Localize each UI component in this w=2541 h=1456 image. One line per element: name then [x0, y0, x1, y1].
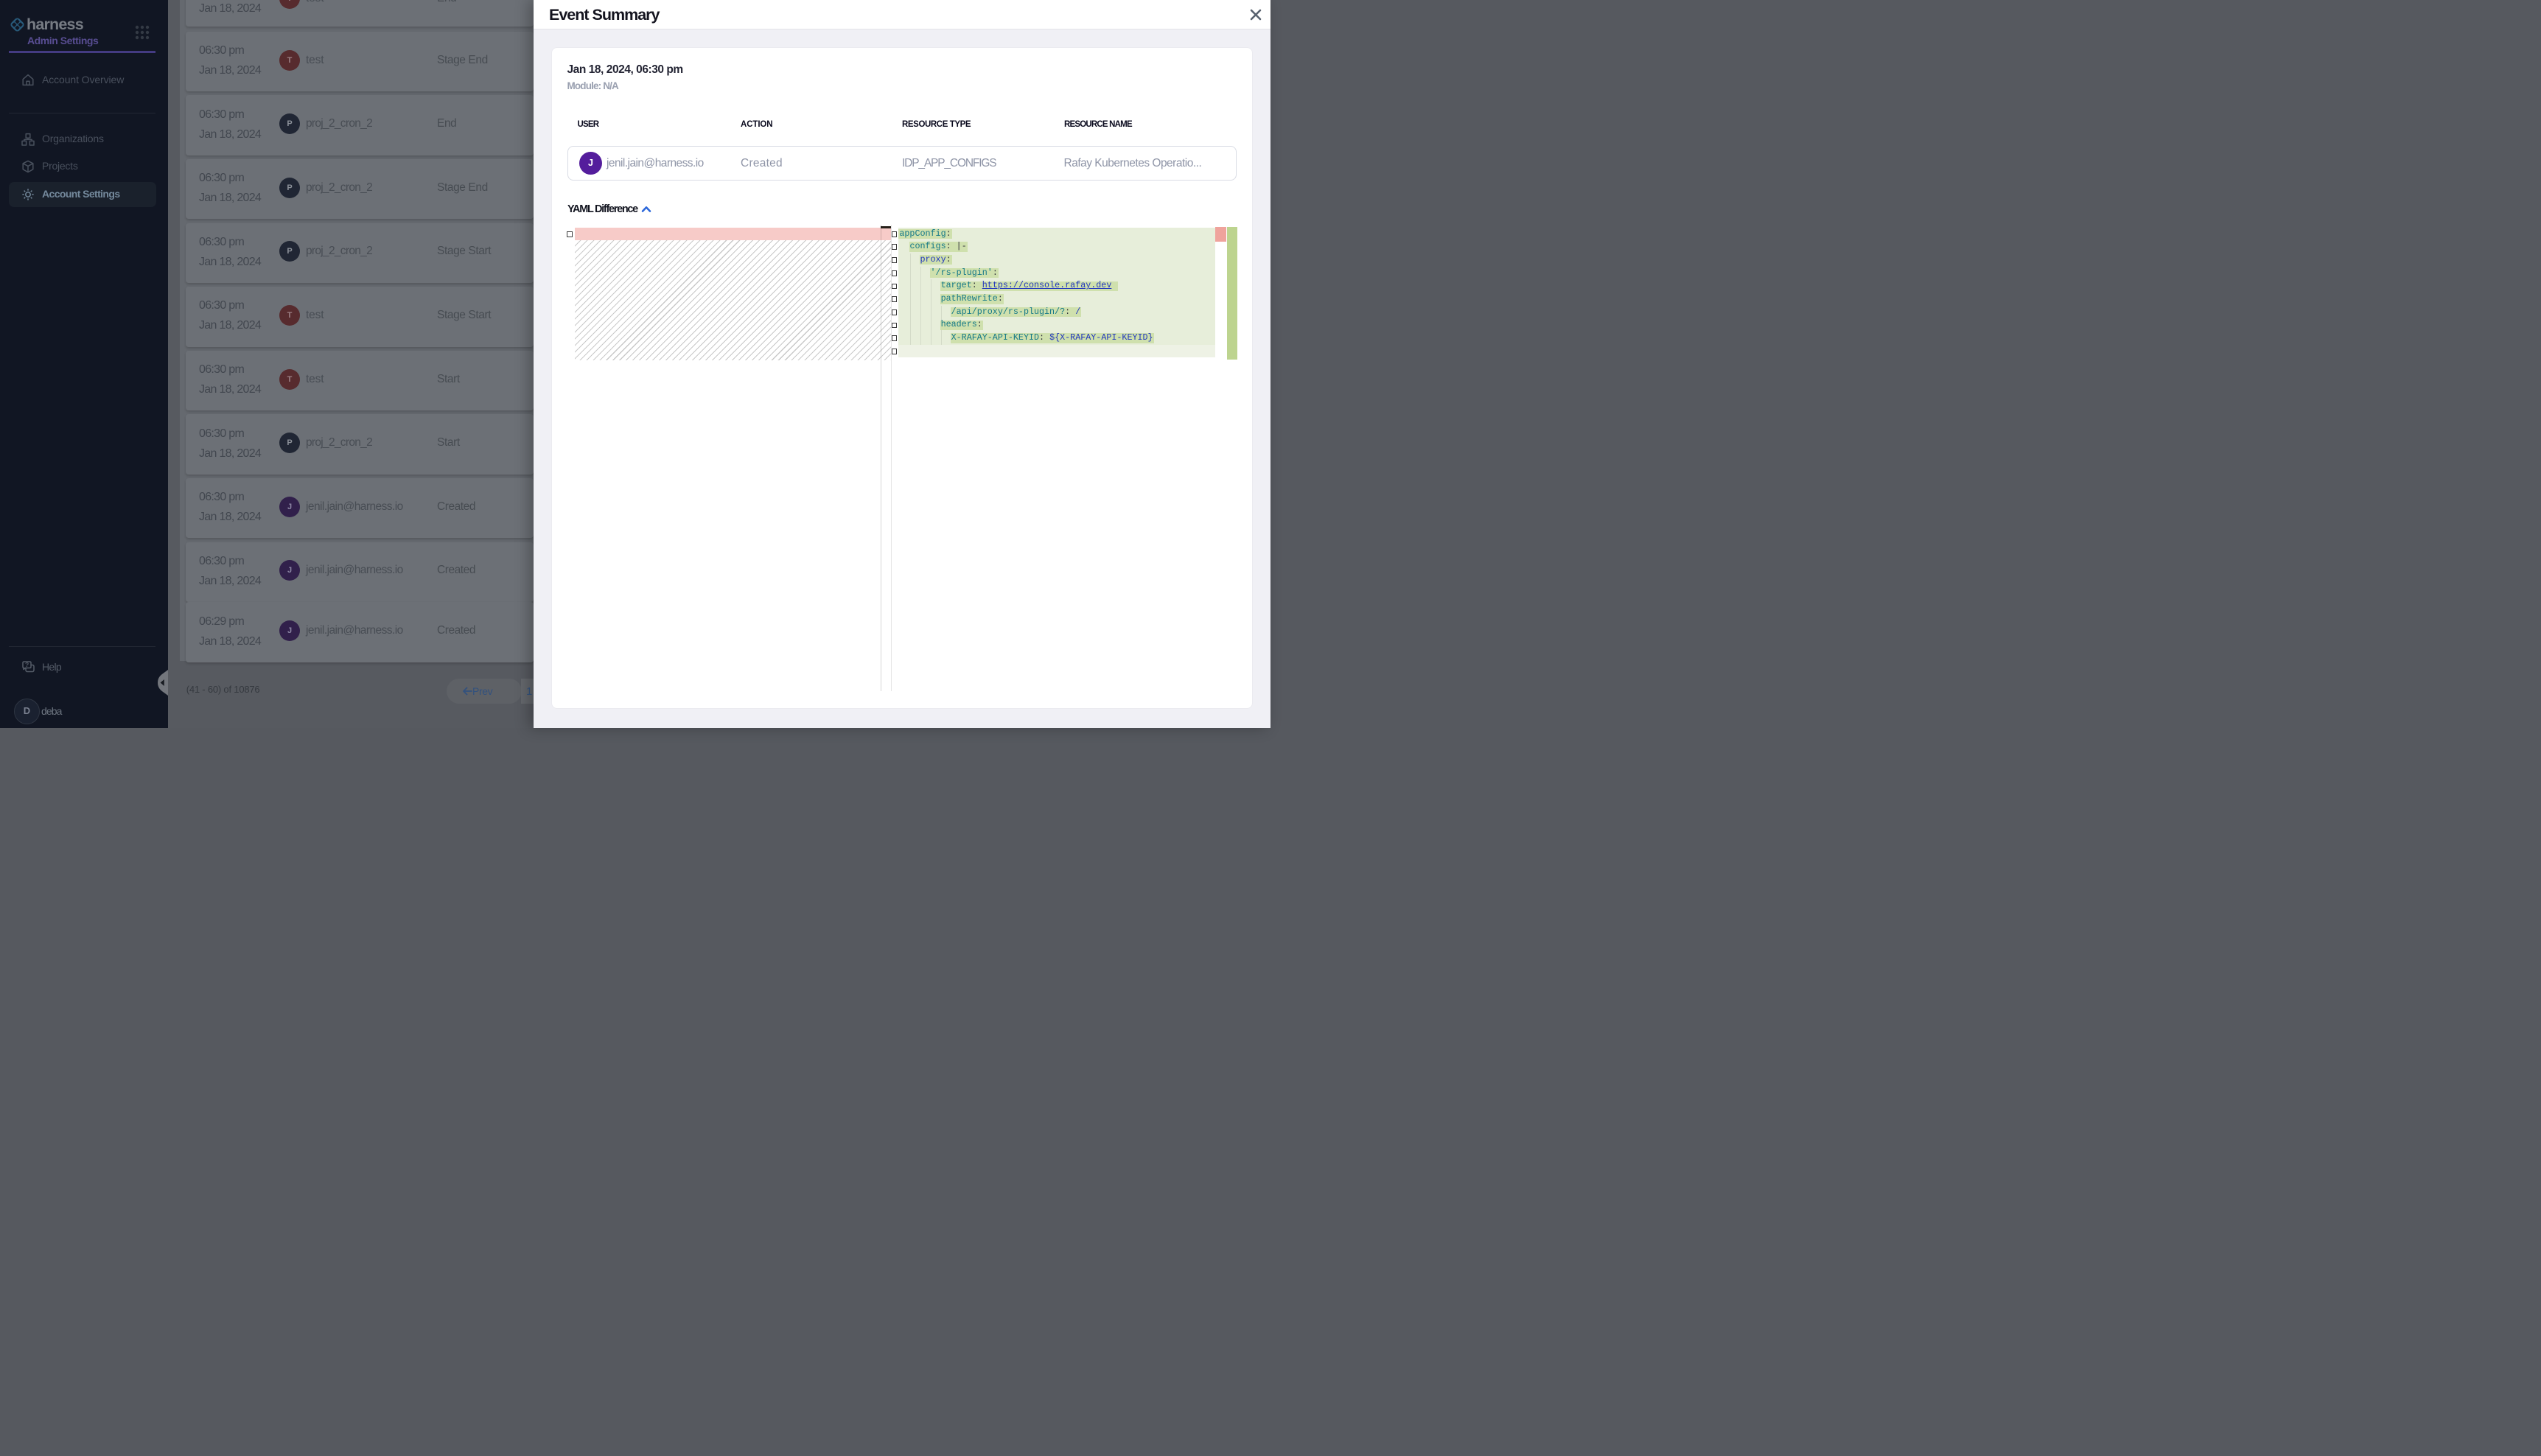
svg-text:?: ?: [25, 661, 29, 668]
